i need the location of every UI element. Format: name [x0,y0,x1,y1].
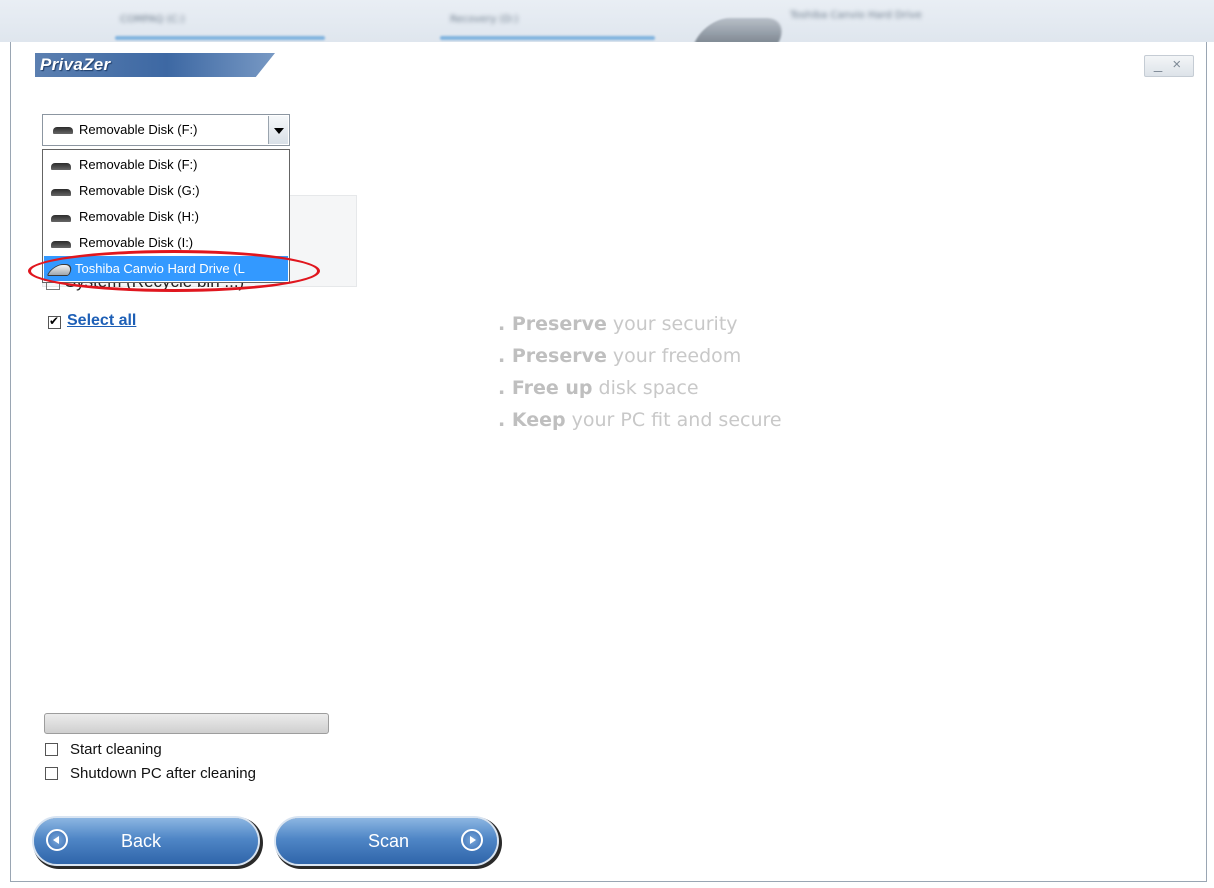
drive-icon [51,241,71,248]
bg-drive-label-3: Toshiba Canvio Hard Drive [790,10,922,21]
bg-usage-bar-2 [440,36,655,40]
dropdown-option-label: Removable Disk (F:) [79,157,198,172]
dropdown-option-h[interactable]: Removable Disk (H:) [44,204,288,229]
progress-bar [44,713,329,734]
tagline-text: your security [606,313,738,335]
tagline: . Preserve your freedom [498,340,782,372]
drive-icon [51,215,71,222]
select-all-link[interactable]: Select all [67,312,136,330]
tagline: . Free up disk space [498,372,782,404]
select-all-checkbox[interactable] [48,314,61,329]
dropdown-option-label: Removable Disk (I:) [79,235,194,250]
back-arrow-icon [46,829,68,851]
shutdown-label: Shutdown PC after cleaning [70,765,256,782]
bg-usage-bar-1 [115,36,325,40]
dropdown-option-label: Removable Disk (G:) [79,183,200,198]
start-cleaning-label: Start cleaning [70,741,162,758]
tagline-bold: . Free up [498,377,593,399]
start-cleaning-checkbox[interactable] [45,743,58,756]
dropdown-option-f[interactable]: Removable Disk (F:) [44,152,288,177]
tagline-bold: . Preserve [498,345,607,367]
scan-button[interactable]: Scan [276,818,497,864]
bg-drive-icon [693,18,791,42]
tagline-text: your PC fit and secure [565,409,782,431]
tagline: . Preserve your security [498,308,782,340]
drive-icon [51,189,71,196]
dropdown-arrow-icon[interactable] [268,116,288,144]
drive-select-value: Removable Disk (F:) [79,122,198,137]
window-controls[interactable]: _ × [1144,55,1194,77]
tagline-bold: . Keep [498,409,566,431]
highlight-annotation [28,250,320,292]
tagline-text: your freedom [606,345,742,367]
drive-icon [53,127,73,134]
scan-arrow-icon [461,829,483,851]
back-button-label: Back [121,831,162,851]
bg-drive-label-1: COMPAQ (C:) [120,14,185,25]
dropdown-option-g[interactable]: Removable Disk (G:) [44,178,288,203]
tagline-text: disk space [592,377,699,399]
tagline-list: . Preserve your security . Preserve your… [498,308,782,436]
background-taskbar: COMPAQ (C:) Recovery (D:) Toshiba Canvio… [0,0,1214,42]
tagline-bold: . Preserve [498,313,607,335]
dropdown-option-label: Removable Disk (H:) [79,209,199,224]
drive-select[interactable]: Removable Disk (F:) [42,114,290,146]
scan-button-label: Scan [368,831,410,851]
app-logo: PrivaZer [40,55,111,74]
tagline: . Keep your PC fit and secure [498,404,782,436]
bg-drive-label-2: Recovery (D:) [450,14,519,25]
drive-icon [51,163,71,170]
back-button[interactable]: Back [34,818,258,864]
shutdown-checkbox[interactable] [45,767,58,780]
